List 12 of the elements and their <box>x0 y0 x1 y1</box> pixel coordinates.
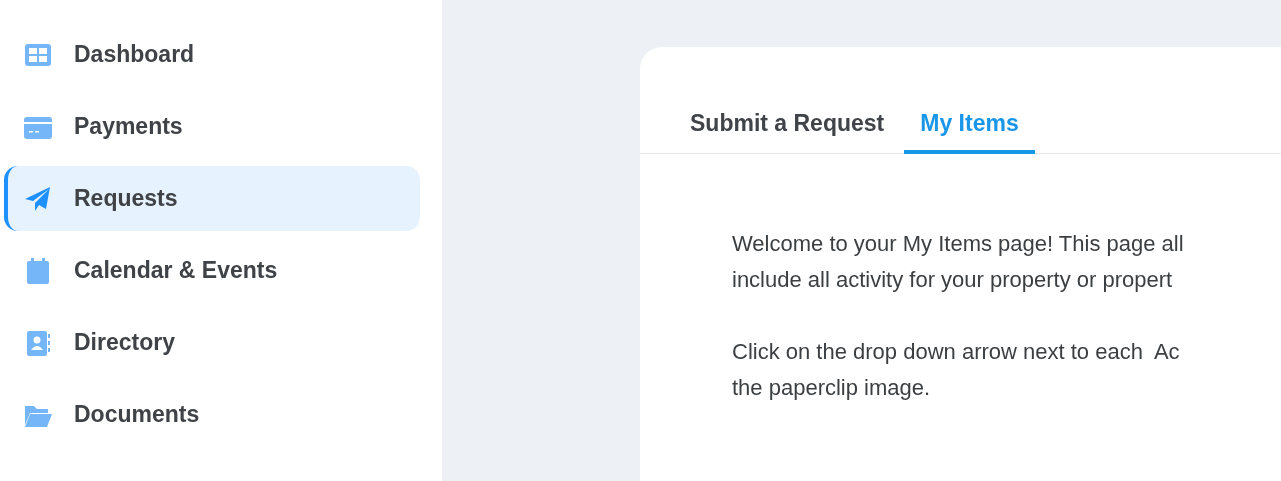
calendar-icon <box>24 256 52 285</box>
paper-plane-icon <box>24 184 52 213</box>
paragraph: Click on the drop down arrow next to each Ac the paperclip image. <box>732 338 1181 402</box>
paragraph: Welcome to your My Items page! This page all include all activity for your property or propert <box>732 230 1185 294</box>
sidebar-item[interactable]: Documents <box>4 382 420 447</box>
tab[interactable]: Submit a Request <box>674 110 901 154</box>
sidebar-item[interactable]: Dashboard <box>4 22 420 87</box>
sidebar-item[interactable]: Requests <box>4 166 420 231</box>
contact-book-icon <box>24 328 52 357</box>
sidebar-item[interactable]: Directory <box>4 310 420 375</box>
sidebar-item[interactable]: Payments <box>4 94 420 159</box>
sidebar-item[interactable]: Calendar & Events <box>4 238 420 303</box>
